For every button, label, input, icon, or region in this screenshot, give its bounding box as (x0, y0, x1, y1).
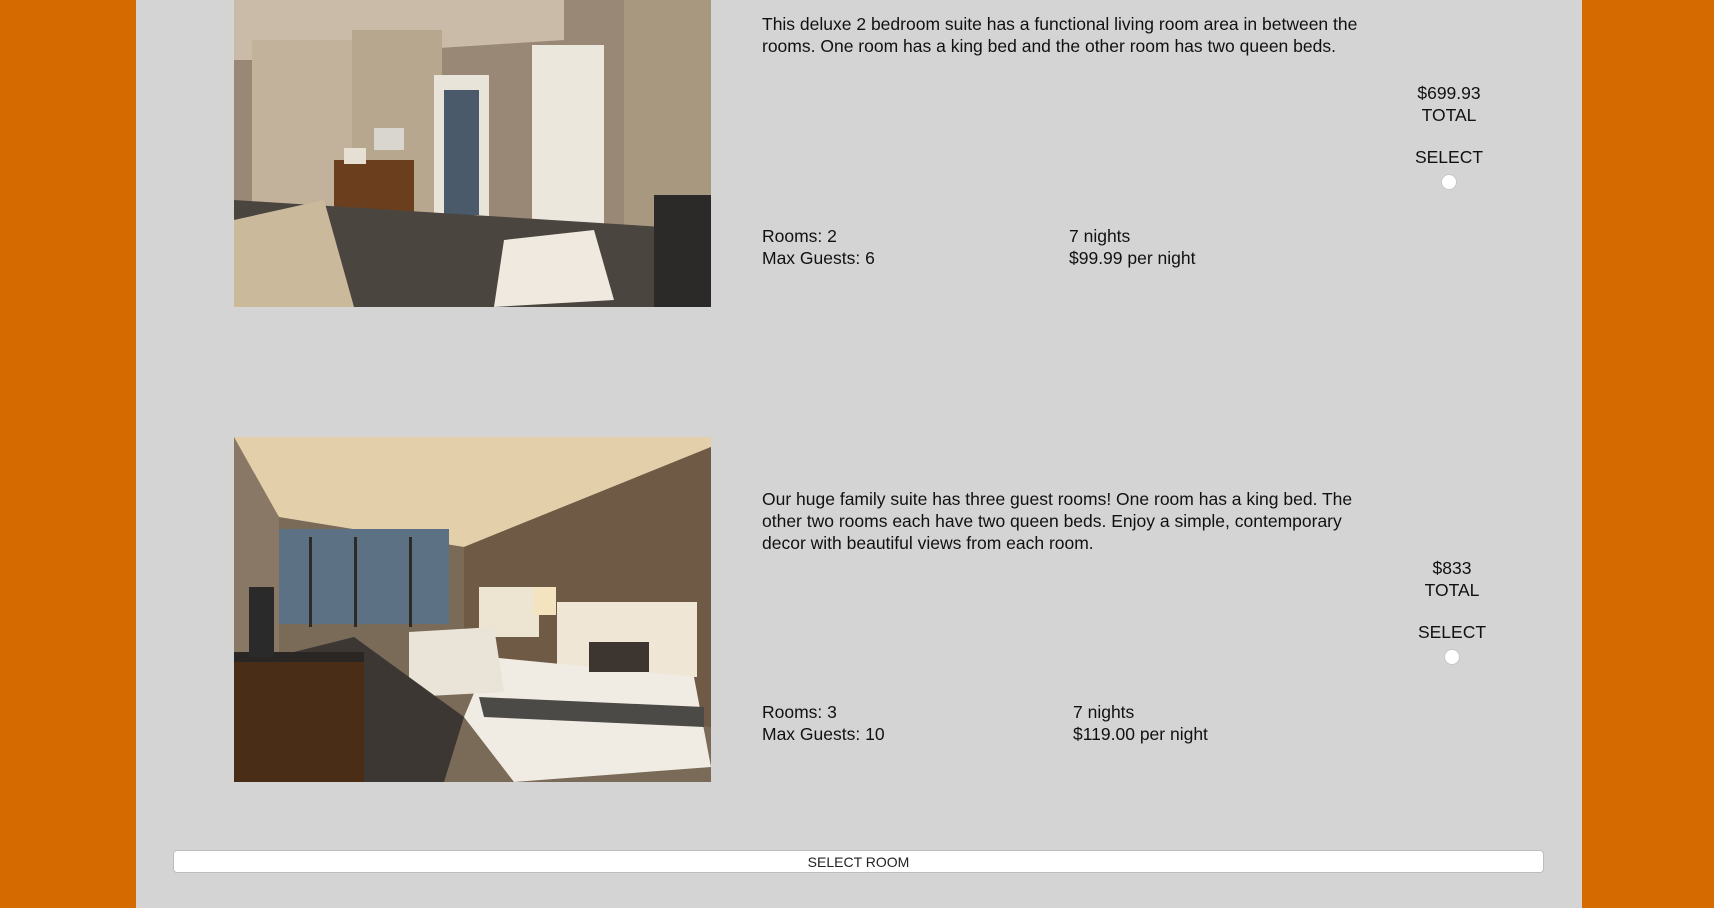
room-photo (234, 437, 711, 782)
room-pricing: 7 nights $99.99 per night (1069, 225, 1196, 269)
select-label: SELECT (1414, 147, 1484, 167)
total-price: $833 (1432, 558, 1472, 578)
room-capacity: Rooms: 2 Max Guests: 6 (762, 225, 875, 269)
select-room-button[interactable]: SELECT ROOM (173, 850, 1544, 873)
room-description: This deluxe 2 bedroom suite has a functi… (762, 14, 1358, 56)
room-card: This deluxe 2 bedroom suite has a functi… (136, 0, 1582, 330)
nights-count: 7 nights (1069, 226, 1131, 246)
room-list-panel: This deluxe 2 bedroom suite has a functi… (136, 0, 1582, 908)
total-label: TOTAL (1421, 105, 1477, 125)
total-price: $699.93 (1417, 83, 1481, 103)
max-guests: Max Guests: 6 (762, 248, 875, 268)
nightly-rate: $99.99 per night (1069, 248, 1196, 268)
room-description: Our huge family suite has three guest ro… (762, 489, 1353, 553)
total-label: TOTAL (1424, 580, 1480, 600)
rooms-count: Rooms: 3 (762, 702, 837, 722)
room-card: Our huge family suite has three guest ro… (136, 437, 1582, 787)
price-block: $833 TOTAL SELECT (1392, 557, 1512, 665)
select-room-radio[interactable] (1441, 174, 1457, 190)
room-photo (234, 0, 711, 307)
select-label: SELECT (1417, 622, 1487, 642)
room-pricing: 7 nights $119.00 per night (1073, 701, 1208, 745)
nights-count: 7 nights (1073, 702, 1135, 722)
select-room-radio[interactable] (1444, 649, 1460, 665)
nightly-rate: $119.00 per night (1073, 724, 1208, 744)
price-block: $699.93 TOTAL SELECT (1389, 82, 1509, 190)
max-guests: Max Guests: 10 (762, 724, 885, 744)
room-capacity: Rooms: 3 Max Guests: 10 (762, 701, 885, 745)
rooms-count: Rooms: 2 (762, 226, 837, 246)
